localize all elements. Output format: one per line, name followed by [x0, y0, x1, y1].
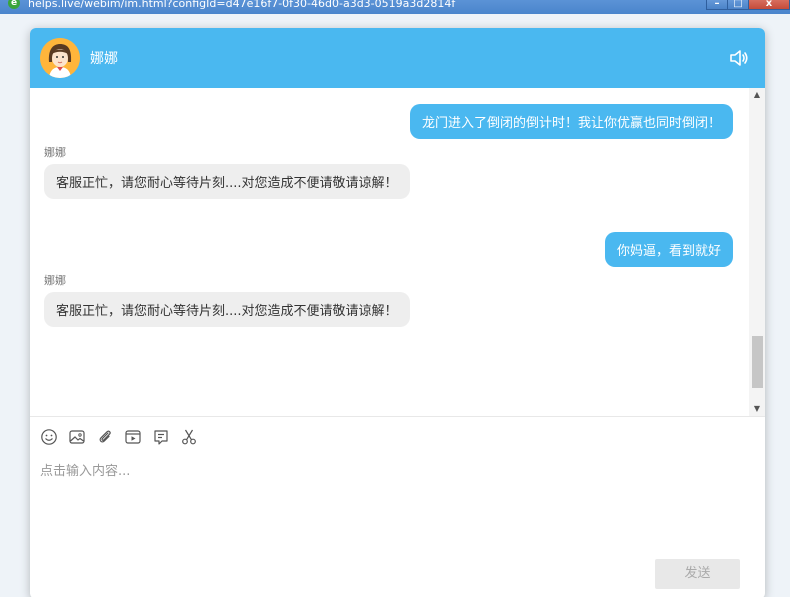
agent-avatar-icon: [40, 38, 80, 78]
received-message: 客服正忙，请您耐心等待片刻....对您造成不便请敬请谅解！: [44, 292, 410, 327]
attachment-icon[interactable]: [96, 428, 114, 446]
page-background: 娜娜 龙门进入了倒闭的倒计时！我让你优赢也同时倒闭！ 娜娜 客服正忙，请您耐心等…: [0, 14, 790, 597]
agent-avatar: [40, 38, 80, 78]
input-toolbar: [40, 428, 198, 448]
browser-title-bar: e helps.live/webim/im.html?configId=d47e…: [0, 0, 790, 14]
sent-message: 你妈逼，看到就好: [604, 232, 733, 267]
maximize-button[interactable]: □: [727, 0, 749, 10]
chat-header: 娜娜: [30, 28, 765, 88]
received-message: 客服正忙，请您耐心等待片刻....对您造成不便请敬请谅解！: [44, 164, 410, 199]
speaker-icon[interactable]: [729, 48, 749, 68]
message-sender: 娜娜: [44, 146, 66, 159]
input-divider: [30, 416, 765, 417]
scroll-up-icon[interactable]: ▲: [749, 88, 765, 102]
emoji-icon[interactable]: [40, 428, 58, 446]
agent-name: 娜娜: [90, 51, 118, 67]
message-sender: 娜娜: [44, 274, 66, 287]
browser-url: helps.live/webim/im.html?configId=d47e16…: [28, 0, 456, 10]
message-list: 龙门进入了倒闭的倒计时！我让你优赢也同时倒闭！ 娜娜 客服正忙，请您耐心等待片刻…: [30, 88, 765, 416]
evaluate-icon[interactable]: [152, 428, 170, 446]
image-icon[interactable]: [68, 428, 86, 446]
browser-favicon-icon: e: [8, 0, 20, 9]
close-button[interactable]: x: [748, 0, 790, 10]
scroll-down-icon[interactable]: ▼: [749, 402, 765, 416]
screenshot-icon[interactable]: [180, 428, 198, 446]
scroll-thumb[interactable]: [752, 336, 763, 388]
message-scrollbar[interactable]: ▲ ▼: [749, 88, 765, 416]
window-controls: – □ x: [706, 0, 790, 10]
video-icon[interactable]: [124, 428, 142, 446]
send-button[interactable]: 发送: [655, 559, 740, 589]
message-input[interactable]: [40, 460, 750, 550]
chat-window: 娜娜 龙门进入了倒闭的倒计时！我让你优赢也同时倒闭！ 娜娜 客服正忙，请您耐心等…: [30, 28, 765, 597]
minimize-button[interactable]: –: [706, 0, 728, 10]
sent-message: 龙门进入了倒闭的倒计时！我让你优赢也同时倒闭！: [409, 104, 733, 139]
